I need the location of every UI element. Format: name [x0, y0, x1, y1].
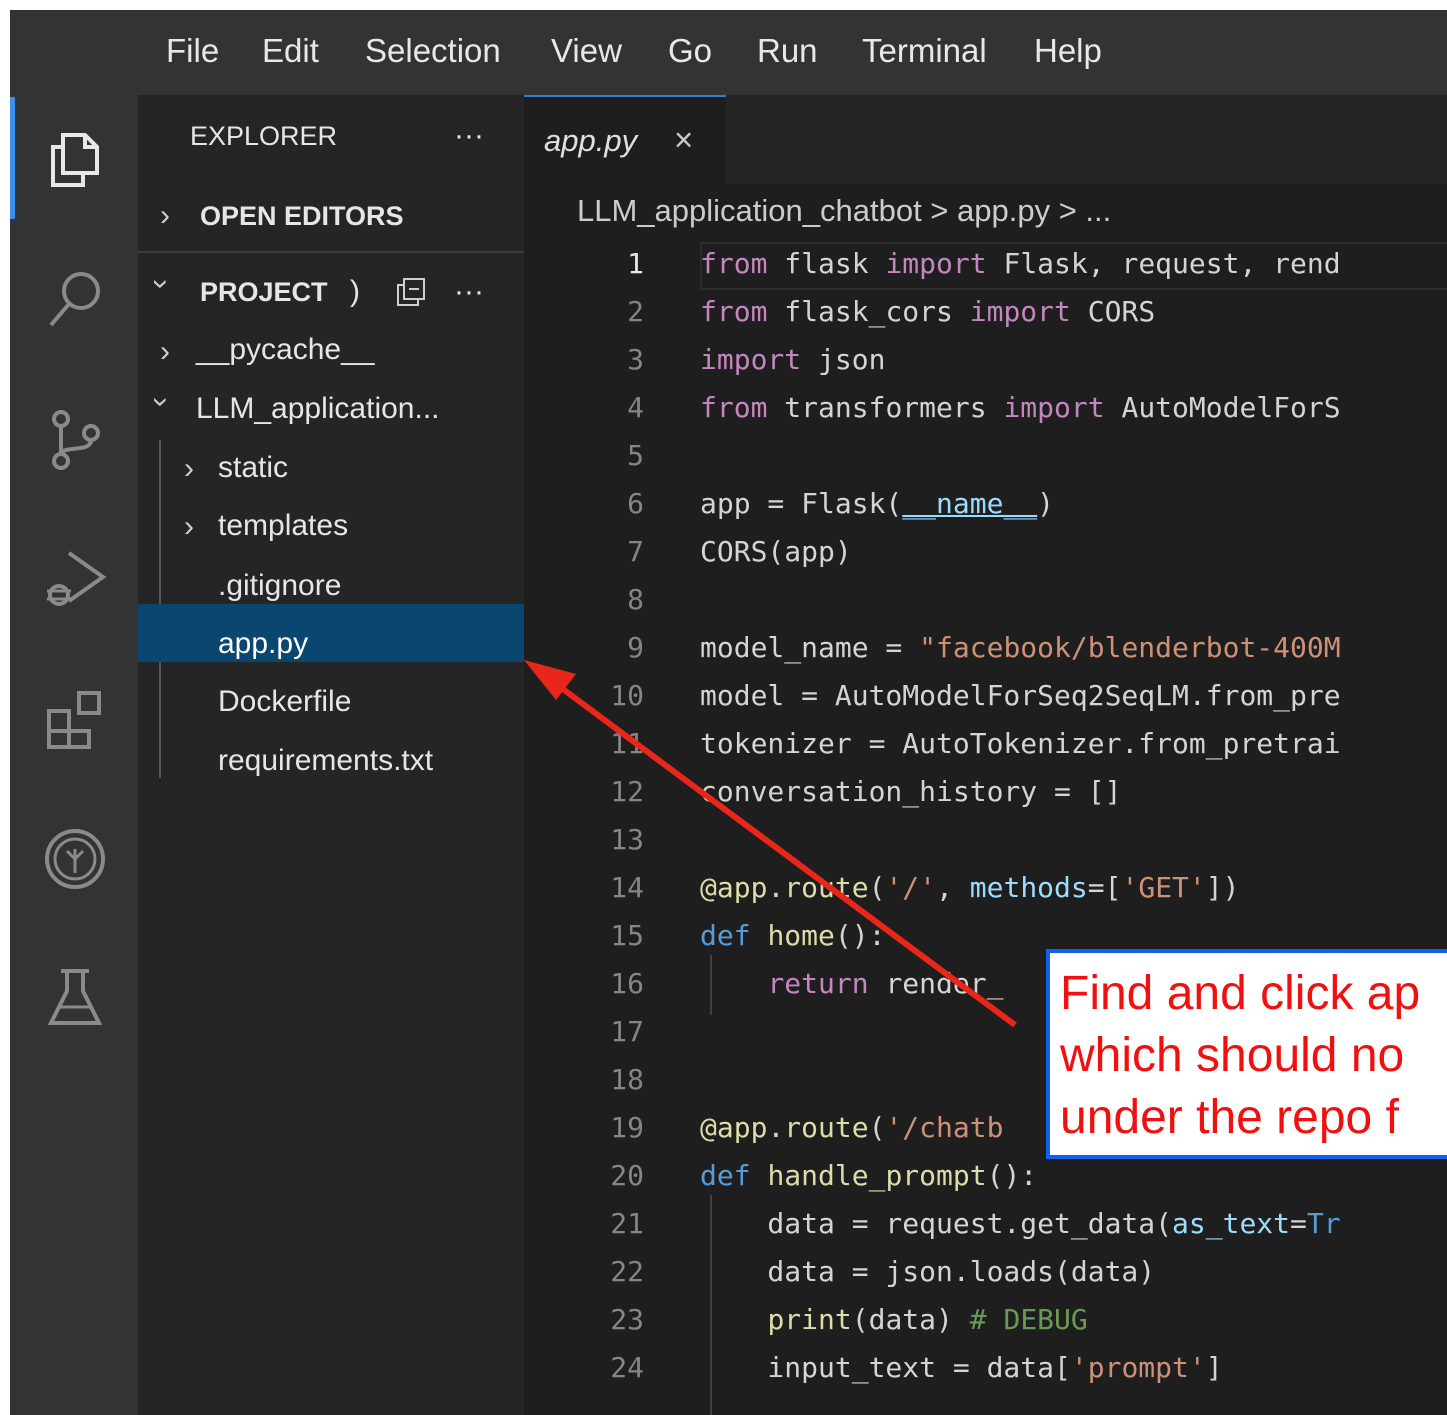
project-suffix: ) [350, 275, 360, 308]
code-line: CORS(app) [700, 535, 852, 568]
testing-icon[interactable] [43, 965, 107, 1029]
line-number: 12 [610, 775, 644, 808]
section-divider [138, 251, 524, 253]
code-line: from transformers import AutoModelForS [700, 391, 1341, 424]
vscode-window: File Edit Selection View Go Run Terminal… [10, 10, 1447, 1415]
code-line: @app.route('/chatb [700, 1111, 1004, 1144]
tab-strip: app.py × [524, 95, 1447, 184]
code-line: app = Flask(__name__) [700, 487, 1055, 520]
line-number: 5 [627, 439, 644, 472]
line-number: 10 [610, 679, 644, 712]
code-line: return render_ [767, 967, 1004, 1000]
menu-terminal[interactable]: Terminal [862, 32, 987, 70]
tree-item-pycache[interactable]: __pycache__ [196, 333, 374, 367]
explorer-more-button[interactable]: ··· [454, 119, 484, 153]
menu-bar: File Edit Selection View Go Run Terminal… [10, 10, 1447, 95]
menu-help[interactable]: Help [1034, 32, 1102, 70]
annotation-line: which should no [1060, 1029, 1405, 1082]
code-line: @app.route('/', methods=['GET']) [700, 871, 1240, 904]
code-line: from flask_cors import CORS [700, 295, 1156, 328]
tree-item-llm-folder[interactable]: LLM_application... [196, 392, 440, 426]
code-line: def home(): [700, 919, 886, 952]
active-indicator [10, 97, 15, 219]
tab-app-py[interactable]: app.py × [524, 95, 726, 184]
code-line: data = json.loads(data) [700, 1255, 1156, 1288]
tab-close-icon[interactable]: × [674, 121, 693, 159]
annotation-box: Find and click ap which should no under … [1046, 949, 1447, 1159]
search-icon[interactable] [43, 267, 107, 331]
menu-file[interactable]: File [166, 32, 219, 70]
line-number: 1 [627, 247, 644, 280]
line-number: 9 [627, 631, 644, 664]
tree-icon[interactable] [43, 827, 107, 891]
line-number: 23 [610, 1303, 644, 1336]
tree-item-static[interactable]: static [218, 451, 288, 485]
code-line: from flask import Flask, request, rend [700, 247, 1341, 280]
chevron-right-icon: › [184, 452, 194, 485]
breadcrumb[interactable]: LLM_application_chatbot > app.py > ... [577, 193, 1111, 229]
editor-area: app.py × LLM_application_chatbot > app.p… [524, 95, 1447, 1415]
code-line: import json [700, 343, 886, 376]
code-line: model = AutoModelForSeq2SeqLM.from_pre [700, 679, 1341, 712]
line-number: 8 [627, 583, 644, 616]
line-number: 18 [610, 1063, 644, 1096]
activity-bar [10, 95, 138, 1415]
line-number: 19 [610, 1111, 644, 1144]
project-section[interactable]: PROJECT [200, 277, 328, 308]
code-line: def handle_prompt(): [700, 1159, 1038, 1192]
line-number: 3 [627, 343, 644, 376]
tree-item-requirements[interactable]: requirements.txt [218, 744, 433, 778]
line-number: 24 [610, 1351, 644, 1384]
chevron-right-icon: › [184, 510, 194, 543]
tab-label: app.py [544, 123, 638, 158]
explorer-sidebar: EXPLORER ··· › OPEN EDITORS › PROJECT ) … [138, 95, 524, 1415]
explorer-icon[interactable] [43, 127, 107, 191]
line-number: 11 [610, 727, 644, 760]
code-line: print(data) # DEBUG [767, 1303, 1088, 1336]
explorer-title: EXPLORER [190, 121, 338, 151]
menu-selection[interactable]: Selection [365, 32, 501, 70]
selected-row [138, 604, 524, 662]
annotation-line: Find and click ap [1060, 967, 1421, 1020]
tree-item-gitignore[interactable]: .gitignore [218, 569, 341, 603]
code-line: tokenizer = AutoTokenizer.from_pretrai [700, 727, 1341, 760]
source-control-icon[interactable] [43, 407, 107, 471]
menu-go[interactable]: Go [668, 32, 712, 70]
line-number: 4 [627, 391, 644, 424]
project-more-button[interactable]: ··· [454, 275, 484, 309]
line-number: 16 [610, 967, 644, 1000]
extensions-icon[interactable] [43, 687, 107, 751]
line-number: 22 [610, 1255, 644, 1288]
tree-item-dockerfile[interactable]: Dockerfile [218, 685, 351, 719]
line-number: 6 [627, 487, 644, 520]
collapse-all-icon[interactable] [396, 277, 426, 307]
chevron-right-icon: › [160, 199, 170, 232]
line-number: 21 [610, 1207, 644, 1240]
line-number: 15 [610, 919, 644, 952]
tree-item-app-py[interactable]: app.py [218, 627, 308, 661]
run-debug-icon[interactable] [43, 547, 107, 611]
tree-item-templates[interactable]: templates [218, 509, 348, 543]
code-line: input_text = data['prompt'] [700, 1351, 1223, 1384]
menu-view[interactable]: View [551, 32, 622, 70]
chevron-down-icon: › [145, 279, 178, 289]
chevron-down-icon: › [145, 397, 178, 407]
line-number: 2 [627, 295, 644, 328]
code-line: conversation_history = [] [700, 775, 1122, 808]
line-number: 20 [610, 1159, 644, 1192]
code-line: model_name = "facebook/blenderbot-400M [700, 631, 1341, 664]
code-line: data = request.get_data(as_text=Tr [700, 1207, 1341, 1240]
chevron-right-icon: › [160, 335, 170, 368]
line-number: 17 [610, 1015, 644, 1048]
open-editors-section[interactable]: OPEN EDITORS [200, 201, 404, 232]
menu-edit[interactable]: Edit [262, 32, 319, 70]
line-number: 7 [627, 535, 644, 568]
menu-run[interactable]: Run [757, 32, 818, 70]
line-number: 13 [610, 823, 644, 856]
line-number: 14 [610, 871, 644, 904]
annotation-line: under the repo f [1060, 1091, 1399, 1144]
